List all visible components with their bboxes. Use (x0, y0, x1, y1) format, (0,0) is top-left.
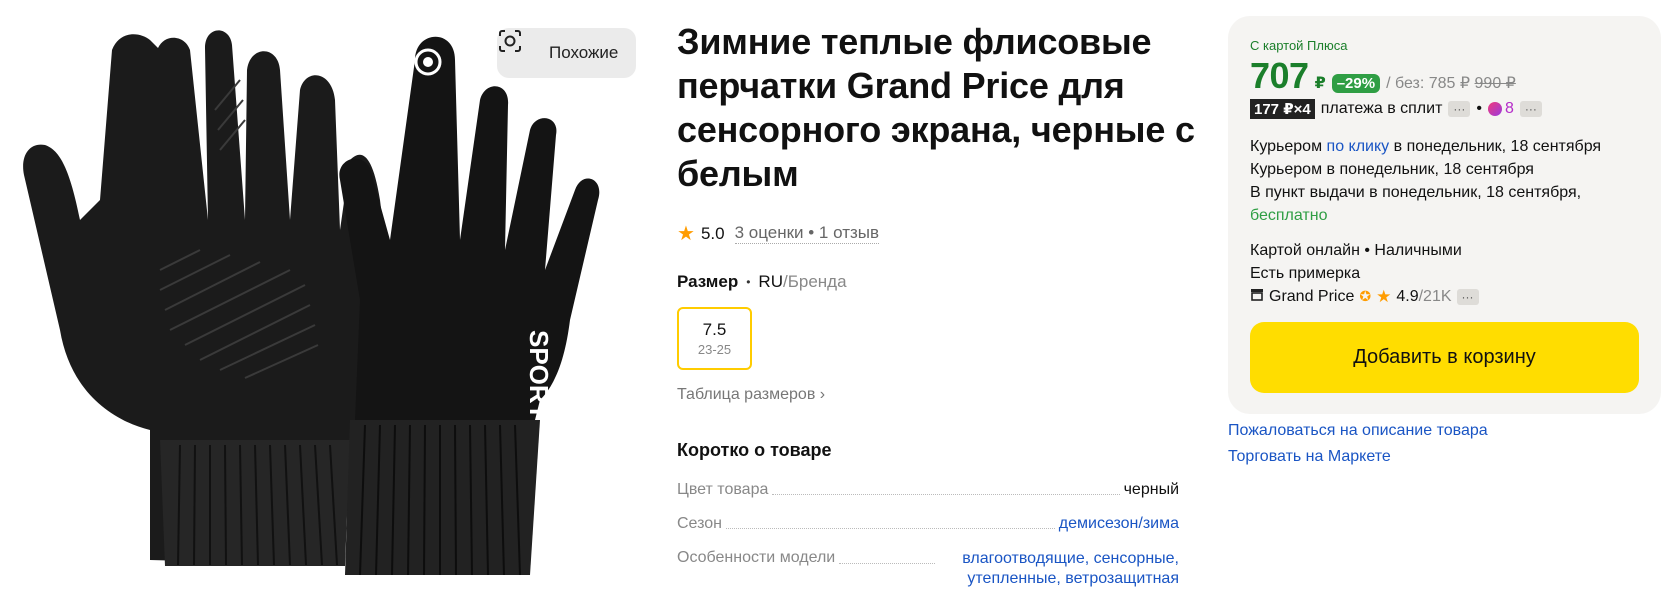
product-image[interactable]: SPORT (0, 0, 650, 589)
payment-info: Картой онлайн • Наличными Есть примерка … (1250, 239, 1637, 308)
rating-row: ★ 5.0 3 оценки • 1 отзыв (677, 223, 1197, 244)
old-price: 990 ₽ (1474, 75, 1516, 92)
plus-points-icon (1488, 102, 1503, 116)
spec-key: Цвет товара (677, 481, 769, 498)
product-info: Зимние теплые флисовые перчатки Grand Pr… (677, 20, 1197, 589)
delivery-pickup: В пункт выдачи в понедельник, 18 сентябр… (1250, 184, 1582, 201)
delivery-suffix: в понедельник, 18 сентября (1393, 138, 1602, 155)
points-more-button[interactable]: ··· (1519, 101, 1542, 117)
size-selector-header: Размер • RU/Бренда (677, 272, 1197, 292)
discount-badge: –29% (1331, 74, 1381, 93)
glove-print-text: SPORT (524, 330, 554, 420)
spec-leader (772, 494, 1120, 495)
delivery-free: бесплатно (1250, 207, 1328, 224)
star-icon: ★ (1376, 287, 1392, 306)
delivery-courier: Курьером в понедельник, 18 сентября (1250, 161, 1534, 178)
spec-value-link[interactable]: влагоотводящие, сенсорные, утепленные, в… (939, 549, 1179, 589)
offer-card: С картой Плюса 707 ₽ –29% / без: 785 ₽ 9… (1228, 16, 1661, 414)
spec-value: черный (1123, 481, 1179, 498)
similar-products-button[interactable]: Похожие (497, 28, 636, 78)
spec-row: Особенности модели влагоотводящие, сенсо… (677, 549, 1179, 589)
payment-methods: Картой онлайн • Наличными (1250, 242, 1462, 259)
delivery-courier-click: Курьером по клику в понедельник, 18 сент… (1250, 135, 1637, 158)
size-option-value: 7.5 (702, 320, 727, 339)
sell-on-market-link[interactable]: Торговать на Маркете (1228, 444, 1488, 470)
size-label: Размер (677, 272, 739, 291)
plus-card-label: С картой Плюса (1250, 38, 1348, 53)
price-value: 707 (1250, 55, 1309, 96)
by-click-link[interactable]: по клику (1327, 138, 1390, 155)
size-system-brand[interactable]: /Бренда (783, 272, 847, 292)
spec-leader (839, 563, 935, 564)
short-specs-title: Коротко о товаре (677, 440, 832, 460)
star-icon: ★ (677, 222, 695, 245)
shop-row[interactable]: Grand Price ✪ ★ 4.9/21K ··· (1250, 285, 1637, 308)
size-separator: • (746, 275, 751, 289)
spec-value-link[interactable]: демисезон/зима (1059, 515, 1179, 533)
spec-row: Сезон демисезон/зима (677, 515, 1179, 533)
spec-row: Цвет товара черный (677, 481, 1179, 499)
complain-link[interactable]: Пожаловаться на описание товара (1228, 418, 1488, 444)
spec-key: Особенности модели (677, 549, 836, 566)
shop-rating: 4.9 (1396, 288, 1419, 305)
plus-points-value: 8 (1505, 100, 1514, 117)
add-to-cart-button[interactable]: Добавить в корзину (1250, 322, 1639, 393)
spec-leader (726, 528, 1055, 529)
shop-name[interactable]: Grand Price (1269, 285, 1354, 308)
split-row[interactable]: 177 ₽×4 платежа в сплит ··· • 8 ··· (1250, 99, 1637, 119)
split-amount: 177 ₽×4 (1250, 99, 1315, 119)
similar-label: Похожие (549, 43, 619, 62)
verified-badge-icon: ✪ (1359, 288, 1372, 304)
product-gallery: SPORT Похожие (0, 0, 650, 589)
separator-dot: • (1476, 100, 1483, 117)
size-option[interactable]: 7.5 23-25 (677, 307, 752, 370)
extra-links: Пожаловаться на описание товара Торговат… (1228, 418, 1488, 470)
shop-more-button[interactable]: ··· (1456, 288, 1479, 305)
fitting-available: Есть примерка (1250, 265, 1361, 282)
delivery-info: Курьером по клику в понедельник, 18 сент… (1250, 135, 1637, 227)
plus-points[interactable]: 8 (1488, 100, 1514, 118)
shop-icon (1250, 285, 1264, 308)
specs-list: Цвет товара черный Сезон демисезон/зима … (677, 481, 1179, 589)
without-prefix: / без: (1386, 75, 1425, 92)
without-price: 785 ₽ (1428, 75, 1471, 92)
reviews-link[interactable]: 3 оценки • 1 отзыв (734, 223, 880, 244)
rating-value: 5.0 (700, 223, 725, 243)
size-table-link[interactable]: Таблица размеров › (677, 386, 1197, 404)
visual-search-icon (499, 30, 539, 66)
product-title: Зимние теплые флисовые перчатки Grand Pr… (677, 21, 1195, 194)
split-more-button[interactable]: ··· (1448, 101, 1471, 117)
spec-key: Сезон (677, 515, 722, 532)
delivery-prefix: Курьером (1250, 138, 1323, 155)
split-text: платежа в сплит (1320, 100, 1443, 117)
price-row: 707 ₽ –29% / без: 785 ₽ 990 ₽ (1250, 55, 1637, 97)
price-currency: ₽ (1314, 75, 1326, 92)
price-without-plus: / без: 785 ₽ 990 ₽ (1386, 73, 1516, 93)
shop-review-count: /21K (1418, 288, 1452, 305)
size-system-ru[interactable]: RU (758, 272, 783, 292)
size-option-range: 23-25 (697, 342, 732, 357)
